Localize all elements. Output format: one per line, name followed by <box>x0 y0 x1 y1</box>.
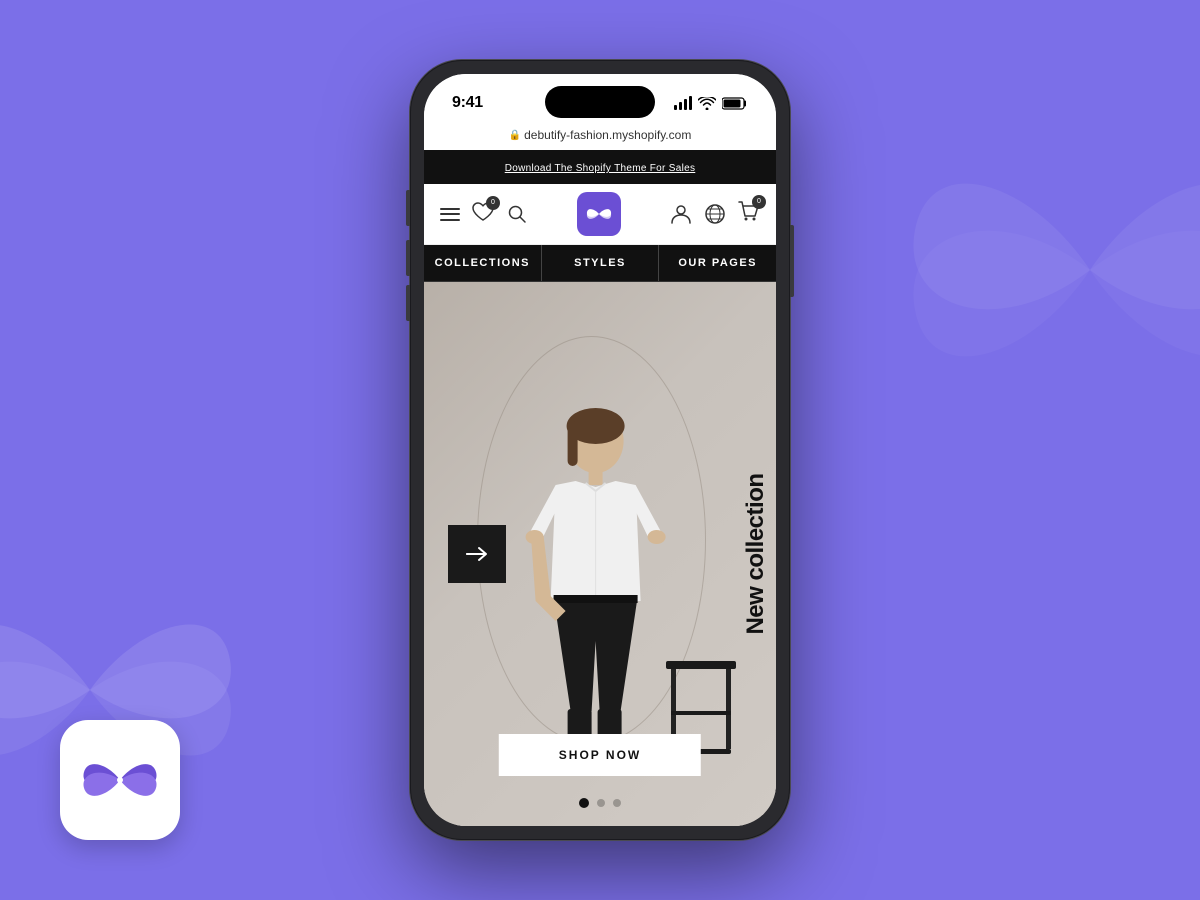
nav-right: 0 <box>670 201 760 228</box>
wifi-icon <box>698 97 716 110</box>
carousel-dot-2[interactable] <box>597 799 605 807</box>
cart-count: 0 <box>752 195 766 209</box>
arrow-icon <box>466 546 488 562</box>
dynamic-island <box>545 86 655 118</box>
carousel-dot-1[interactable] <box>579 798 589 808</box>
search-button[interactable] <box>506 203 528 225</box>
category-tabs: COLLECTIONS STYLES OUR PAGES <box>424 245 776 282</box>
promo-banner[interactable]: Download The Shopify Theme For Sales <box>424 150 776 184</box>
hamburger-line <box>440 213 460 215</box>
cart-button[interactable]: 0 <box>738 201 760 228</box>
tab-styles[interactable]: STYLES <box>542 245 660 281</box>
url-bar[interactable]: 🔒 debutify-fashion.myshopify.com <box>424 124 776 150</box>
wishlist-count: 0 <box>486 196 500 210</box>
language-button[interactable] <box>704 203 726 225</box>
account-icon <box>670 203 692 225</box>
status-bar: 9:41 <box>424 74 776 124</box>
tab-collections[interactable]: COLLECTIONS <box>424 245 542 281</box>
new-collection-text: New collection <box>744 473 768 634</box>
bg-butterfly-right-icon <box>900 80 1200 460</box>
lock-icon: 🔒 <box>509 130 521 141</box>
search-icon <box>507 204 527 224</box>
logo-badge <box>577 192 621 236</box>
url-text: 🔒 debutify-fashion.myshopify.com <box>509 128 692 142</box>
logo-butterfly-icon <box>585 200 613 228</box>
status-time: 9:41 <box>452 94 483 112</box>
shop-now-button[interactable]: SHOP NOW <box>499 734 701 776</box>
carousel-dot-3[interactable] <box>613 799 621 807</box>
globe-icon <box>704 203 726 225</box>
app-icon <box>60 720 180 840</box>
tab-our-pages[interactable]: OUR PAGES <box>659 245 776 281</box>
hamburger-line <box>440 208 460 210</box>
arrow-button[interactable] <box>448 525 506 583</box>
battery-icon <box>722 97 748 110</box>
carousel-dots <box>579 798 621 808</box>
hero-section: New collection SHOP NOW <box>424 282 776 826</box>
nav-bar: 0 <box>424 184 776 245</box>
account-button[interactable] <box>670 203 692 225</box>
promo-banner-text: Download The Shopify Theme For Sales <box>505 163 696 174</box>
wishlist-button[interactable]: 0 <box>472 202 494 227</box>
nav-left: 0 <box>440 202 528 227</box>
phone-frame: 9:41 <box>410 60 790 840</box>
app-icon-butterfly <box>80 740 160 820</box>
nav-logo[interactable] <box>577 192 621 236</box>
hamburger-icon[interactable] <box>440 208 460 221</box>
signal-icon <box>674 96 693 110</box>
phone-screen: 9:41 <box>424 74 776 826</box>
status-icons <box>674 96 749 110</box>
hamburger-line <box>440 219 460 221</box>
